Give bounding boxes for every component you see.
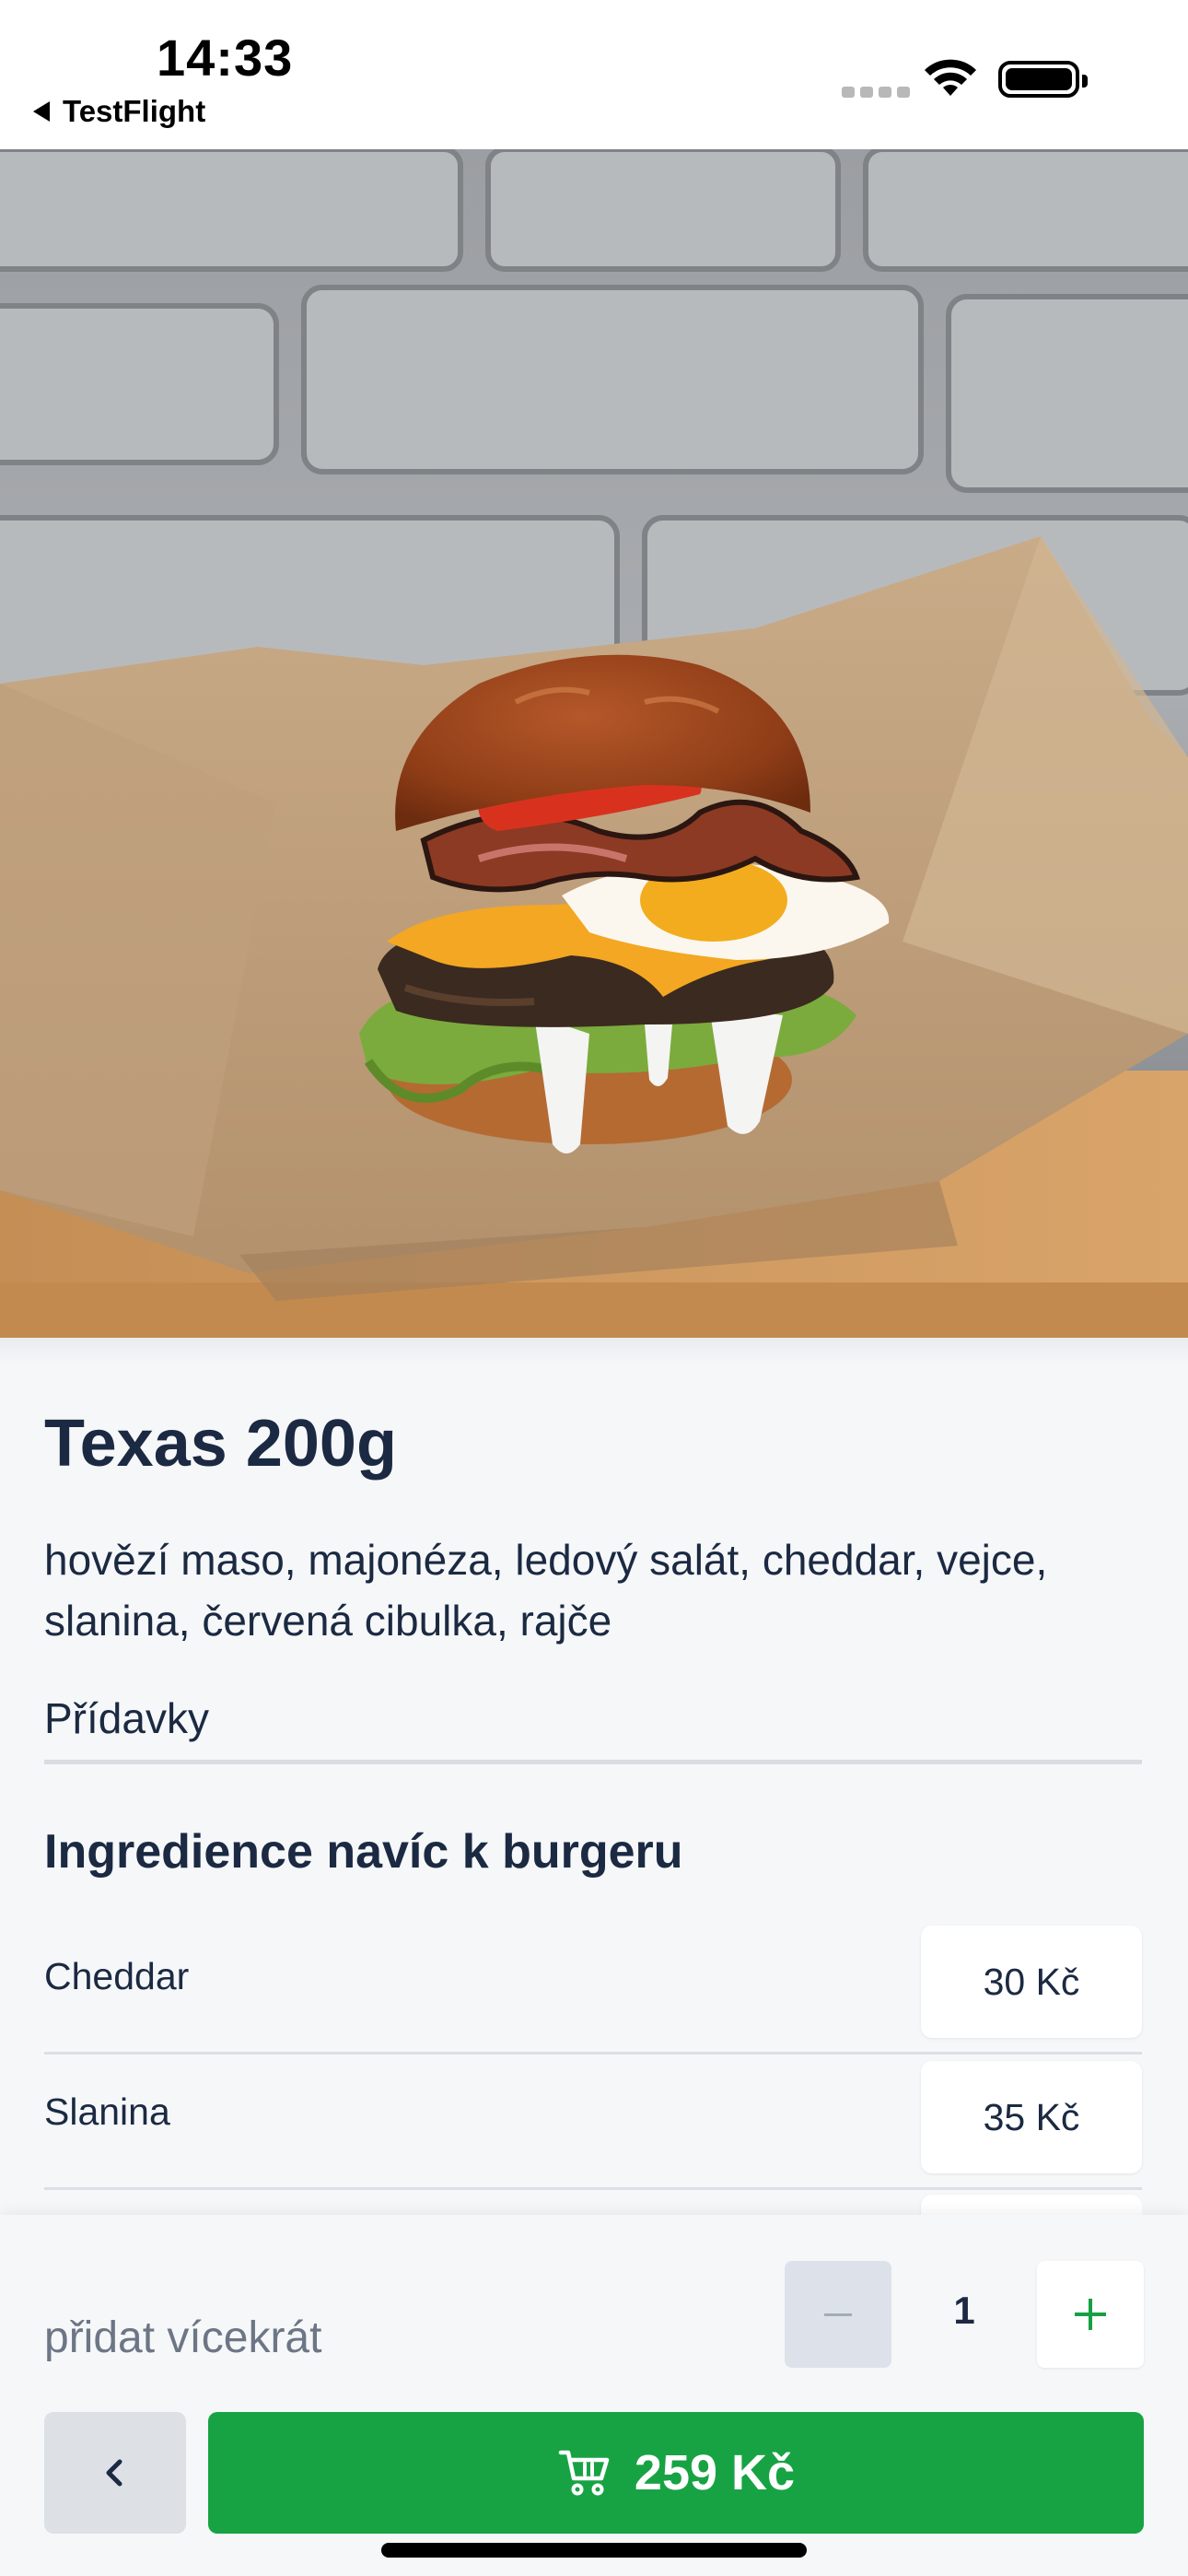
increase-quantity-button[interactable] (1037, 2261, 1144, 2368)
extras-heading: Ingredience navíc k burgeru (44, 1825, 683, 1879)
add-extra-cheddar-button[interactable]: 30 Kč (921, 1926, 1142, 2038)
quantity-value: 1 (953, 2289, 975, 2332)
status-bar: 14:33 TestFlight (0, 0, 1188, 149)
wifi-icon (925, 59, 976, 96)
home-indicator (381, 2543, 807, 2558)
back-app-label: TestFlight (63, 94, 206, 128)
cart-total-price: 259 Kč (634, 2445, 796, 2500)
decrease-quantity-button[interactable] (785, 2261, 891, 2368)
signal-icon (842, 87, 910, 98)
quantity-stepper: 1 (785, 2261, 1144, 2370)
extra-item-slanina: Slanina 35 Kč (44, 2057, 1142, 2190)
tab-extras[interactable]: Přídavky (44, 1693, 1142, 1764)
status-time: 14:33 (157, 29, 294, 87)
add-extra-slanina-button[interactable]: 35 Kč (921, 2061, 1142, 2173)
minus-icon (824, 2313, 852, 2316)
product-title: Texas 200g (44, 1407, 397, 1481)
tab-extras-label: Přídavky (44, 1694, 209, 1742)
back-arrow-icon (33, 101, 50, 122)
cart-icon (558, 2450, 610, 2496)
extras-list: Cheddar 30 Kč Slanina 35 Kč (44, 1922, 1142, 2220)
product-description: hovězí maso, majonéza, ledový salát, che… (44, 1536, 1048, 1645)
bottom-action-bar: přidat vícekrát 1 259 Kč (0, 2215, 1188, 2576)
back-to-testflight-link[interactable]: TestFlight (33, 94, 205, 129)
battery-icon (998, 61, 1088, 98)
product-image (0, 149, 1188, 1338)
chevron-left-icon (106, 2459, 122, 2487)
extra-item-cheddar: Cheddar 30 Kč (44, 1922, 1142, 2055)
extra-item-name: Slanina (44, 2090, 170, 2133)
add-to-cart-button[interactable]: 259 Kč (208, 2412, 1144, 2534)
add-multiple-label: přidat vícekrát (44, 2313, 322, 2362)
back-button[interactable] (44, 2412, 186, 2534)
extra-item-name: Cheddar (44, 1955, 190, 1997)
